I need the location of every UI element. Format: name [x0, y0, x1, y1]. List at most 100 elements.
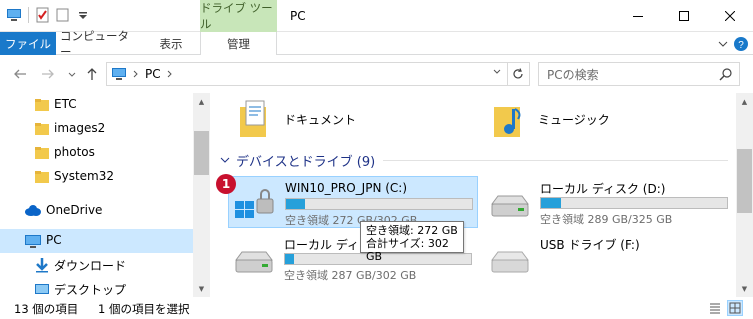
usb-drive-icon — [488, 242, 532, 276]
address-row: PC PCの検索 — [0, 55, 753, 93]
nav-item-label: photos — [54, 145, 95, 159]
nav-item-label: ダウンロード — [54, 259, 127, 273]
forward-icon[interactable] — [40, 66, 56, 82]
devices-group-header[interactable]: デバイスとドライブ (9) — [220, 150, 728, 170]
scroll-down-icon[interactable]: ▼ — [193, 280, 210, 297]
folder-icon — [34, 97, 50, 113]
drive-usage-bar — [285, 198, 473, 210]
maximize-button[interactable] — [661, 0, 707, 32]
expand-ribbon-icon[interactable] — [715, 36, 731, 52]
nav-item-etc[interactable]: ETC — [0, 93, 193, 117]
selection-count: 1 個の項目を選択 — [98, 302, 190, 316]
search-placeholder: PCの検索 — [547, 67, 599, 82]
drive-free-space: 空き領域 287 GB/302 GB — [284, 269, 417, 282]
help-icon[interactable]: ? — [733, 36, 749, 52]
search-icon — [719, 67, 733, 84]
nav-pane-scrollbar[interactable]: ▲ ▼ — [193, 93, 210, 297]
drive-name: WIN10_PRO_JPN (C:) — [285, 181, 408, 195]
drive-d[interactable]: ローカル ディスク (D:) 空き領域 289 GB/325 GB — [484, 176, 734, 228]
address-bar[interactable]: PC — [106, 62, 508, 86]
breadcrumb-pc[interactable]: PC — [145, 67, 161, 81]
refresh-button[interactable] — [506, 62, 530, 86]
desktop-icon — [34, 281, 50, 297]
pc-icon — [112, 68, 126, 80]
nav-item-desktop[interactable]: デスクトップ — [0, 277, 193, 297]
nav-item-label: デスクトップ — [54, 283, 127, 297]
nav-item-system32[interactable]: System32 — [0, 165, 193, 189]
svg-text:?: ? — [738, 40, 744, 51]
nav-item-onedrive[interactable]: OneDrive — [0, 199, 193, 223]
nav-item-downloads[interactable]: ダウンロード — [0, 253, 193, 277]
close-button[interactable] — [707, 0, 753, 32]
details-view-icon[interactable] — [707, 300, 723, 316]
download-icon — [34, 257, 50, 273]
drive-usage-bar — [540, 197, 728, 209]
hard-drive-icon — [232, 242, 276, 276]
folder-icon — [34, 121, 50, 137]
group-divider — [383, 159, 728, 161]
tooltip-total-size: 合計サイズ: 302 GB — [366, 237, 449, 263]
nav-item-photos[interactable]: photos — [0, 141, 193, 165]
drive-f[interactable]: USB ドライブ (F:) — [484, 232, 734, 284]
chevron-right-icon[interactable] — [133, 70, 139, 78]
drive-name: ローカル ディスク (D:) — [540, 182, 666, 196]
drive-name: USB ドライブ (F:) — [540, 238, 640, 252]
chevron-right-icon[interactable] — [167, 70, 173, 78]
onedrive-icon — [24, 203, 41, 219]
annotation-badge: 1 — [216, 174, 236, 194]
nav-item-label: images2 — [54, 121, 106, 135]
folder-icon — [34, 169, 50, 185]
scroll-up-icon[interactable]: ▲ — [736, 93, 753, 110]
tab-computer[interactable]: コンピューター — [60, 29, 140, 59]
toolbar-separator — [28, 7, 29, 23]
windows-drive-icon — [233, 187, 277, 221]
drive-usage-fill — [286, 199, 305, 209]
drive-tooltip: 空き領域: 272 GB 合計サイズ: 302 GB — [360, 221, 464, 263]
documents-folder-icon — [238, 99, 272, 142]
drive-usage-fill — [541, 198, 562, 208]
tooltip-free-space: 空き領域: 272 GB — [366, 224, 458, 237]
folder-icon — [34, 145, 50, 161]
nav-item-label: OneDrive — [46, 203, 103, 217]
chevron-down-icon[interactable] — [493, 68, 501, 79]
pc-icon[interactable] — [6, 7, 22, 23]
customize-toolbar-icon[interactable] — [75, 7, 91, 23]
folder-documents[interactable]: ドキュメント — [234, 95, 474, 143]
back-icon[interactable] — [12, 66, 28, 82]
hard-drive-icon — [488, 186, 532, 220]
refresh-icon — [512, 68, 523, 79]
minimize-button[interactable] — [615, 0, 661, 32]
nav-item-label: ETC — [54, 97, 77, 111]
recent-locations-icon[interactable] — [64, 66, 80, 82]
quick-access-toolbar — [6, 7, 91, 23]
large-icons-view-icon[interactable] — [727, 300, 743, 316]
scrollbar-thumb[interactable] — [194, 131, 209, 175]
chevron-down-icon[interactable] — [220, 155, 230, 165]
item-count: 13 個の項目 — [14, 302, 79, 316]
folder-label: ミュージック — [538, 113, 610, 127]
folder-music[interactable]: ミュージック — [488, 95, 728, 143]
ribbon-tabs: ファイル コンピューター 表示 管理 ? — [0, 29, 753, 59]
window-title: PC — [290, 9, 306, 23]
tab-manage[interactable]: 管理 — [200, 32, 277, 55]
new-folder-icon[interactable] — [55, 7, 71, 23]
up-icon[interactable] — [84, 66, 100, 82]
music-folder-icon — [492, 99, 526, 142]
tab-view[interactable]: 表示 — [146, 32, 196, 55]
group-header-label: デバイスとドライブ (9) — [236, 154, 376, 170]
drive-tools-context-header: ドライブ ツール — [200, 0, 277, 32]
properties-icon[interactable] — [35, 7, 51, 23]
content-scrollbar[interactable]: ▲ ▼ — [736, 93, 753, 297]
navigation-pane: ETC images2 photos System32 OneDrive PC … — [0, 93, 210, 297]
folder-label: ドキュメント — [284, 113, 357, 127]
drive-free-space: 空き領域 289 GB/325 GB — [540, 213, 673, 226]
search-input[interactable]: PCの検索 — [538, 62, 740, 86]
content-pane: ドキュメント ミュージック デバイスとドライブ (9) WIN10_PRO_JP… — [212, 93, 736, 297]
scrollbar-thumb[interactable] — [737, 149, 752, 213]
nav-item-pc[interactable]: PC — [0, 229, 193, 253]
tab-file[interactable]: ファイル — [0, 32, 56, 55]
scroll-up-icon[interactable]: ▲ — [193, 93, 210, 110]
scroll-down-icon[interactable]: ▼ — [736, 280, 753, 297]
status-bar: 13 個の項目 1 個の項目を選択 — [0, 297, 753, 319]
nav-item-images2[interactable]: images2 — [0, 117, 193, 141]
